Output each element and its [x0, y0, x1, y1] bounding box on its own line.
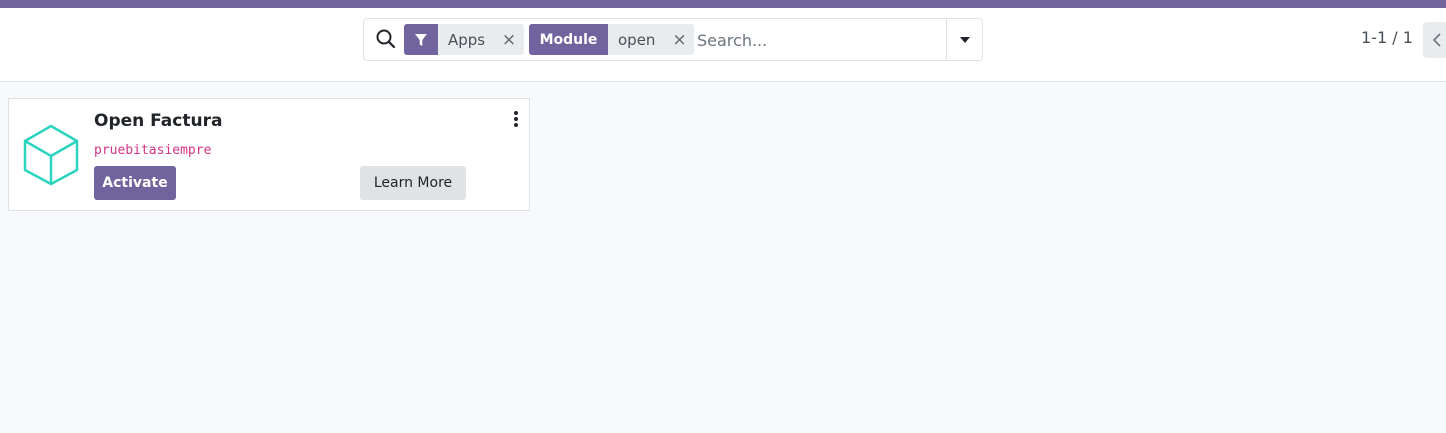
search-input[interactable] [697, 25, 937, 55]
facet-remove-module-close-icon[interactable]: × [665, 24, 694, 55]
facet-label-module: Module [529, 24, 608, 55]
activate-button[interactable]: Activate [94, 166, 176, 200]
chevron-left-icon [1433, 33, 1441, 47]
search-icon[interactable] [375, 28, 397, 50]
search-options-toggle[interactable] [946, 19, 983, 60]
facet-remove-apps-close-icon[interactable]: × [494, 24, 524, 55]
module-technical-name: pruebitasiempre [94, 143, 212, 158]
module-title: Open Factura [94, 111, 223, 131]
filter-icon [404, 24, 438, 55]
pager-value[interactable]: 1-1 / 1 [1361, 28, 1413, 47]
learn-more-button[interactable]: Learn More [360, 166, 466, 200]
top-navbar-strip [0, 0, 1446, 8]
caret-down-icon [960, 36, 970, 43]
control-panel: Apps × Module open × 1-1 / 1 [0, 8, 1446, 82]
pager-previous-button[interactable] [1423, 22, 1446, 58]
cube-icon [23, 124, 79, 186]
facet-module: Module open × [529, 24, 694, 55]
module-card[interactable]: Open Factura pruebitasiempre Activate Le… [8, 98, 530, 211]
search-bar: Apps × Module open × [363, 18, 983, 61]
facet-value-apps: Apps [438, 24, 494, 55]
facet-value-open: open [608, 24, 665, 55]
facet-apps-filter: Apps × [404, 24, 524, 55]
kebab-menu-icon[interactable] [512, 110, 520, 128]
